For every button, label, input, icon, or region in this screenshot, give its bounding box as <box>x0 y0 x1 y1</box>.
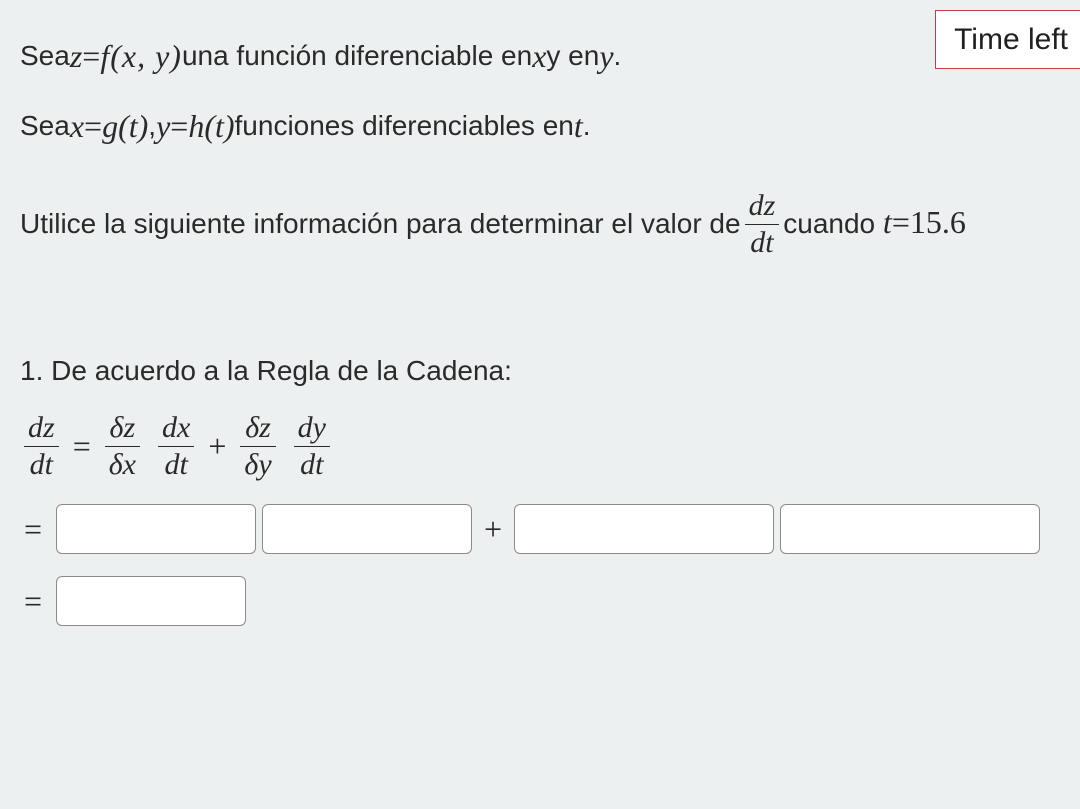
frac-num: dz <box>745 190 780 225</box>
math-y: y <box>599 32 613 80</box>
math-ht: h(t) <box>188 102 234 150</box>
fraction-lhs: dz dt <box>24 412 59 480</box>
math-t: t <box>574 102 583 150</box>
math-fxy: f(x, y) <box>100 32 182 80</box>
math-x: x <box>532 32 546 80</box>
answer-input-4[interactable] <box>780 504 1040 554</box>
text: Sea <box>20 35 70 77</box>
text: . <box>614 35 622 77</box>
fraction-dz-dx: δz δx <box>105 412 140 480</box>
text: funciones diferenciables en <box>235 105 574 147</box>
frac-den: dt <box>745 225 780 259</box>
math-eq: = <box>170 102 188 150</box>
text: Sea <box>20 105 70 147</box>
frac-den: dt <box>294 447 330 481</box>
intro-line-4: t = 15.6 <box>883 198 966 246</box>
answer-input-5[interactable] <box>56 576 246 626</box>
frac-den: δx <box>105 447 140 481</box>
fraction-dx-dt: dx dt <box>158 412 194 480</box>
frac-num: dz <box>24 412 59 447</box>
frac-den: dt <box>158 447 194 481</box>
eq-sign: = <box>24 505 42 553</box>
answer-row-1: = + <box>20 504 1060 554</box>
t-value: 15.6 <box>910 198 966 246</box>
frac-num: δz <box>240 412 275 447</box>
frac-den: dt <box>24 447 59 481</box>
text: una función diferenciable en <box>182 35 532 77</box>
math-plus: + <box>208 422 226 470</box>
eq-sign: = <box>24 577 42 625</box>
math-eq: = <box>73 422 91 470</box>
math-x: x <box>70 102 84 150</box>
answer-row-2: = <box>20 576 1060 626</box>
math-eq: = <box>892 198 910 246</box>
answer-input-3[interactable] <box>514 504 774 554</box>
math-eq: = <box>84 102 102 150</box>
frac-num: δz <box>105 412 140 447</box>
intro-line-2: Sea x = g(t) , y = h(t) funciones difere… <box>20 102 591 150</box>
text: Utilice la siguiente información para de… <box>20 203 741 245</box>
intro-line-3: Utilice la siguiente información para de… <box>20 190 875 258</box>
fraction-dz-dy: δz δy <box>240 412 275 480</box>
plus-sign: + <box>484 505 502 553</box>
text: , <box>148 105 156 147</box>
answer-input-1[interactable] <box>56 504 256 554</box>
fraction-dz-dt: dz dt <box>745 190 780 258</box>
text: cuando <box>783 203 875 245</box>
time-left-label: Time left <box>954 23 1068 56</box>
math-z: z <box>70 32 82 80</box>
question-content: Sea z = f(x, y) una función diferenciabl… <box>0 0 1080 626</box>
text: . <box>583 105 591 147</box>
text: y en <box>546 35 599 77</box>
math-eq: = <box>82 32 100 80</box>
math-y: y <box>156 102 170 150</box>
math-gt: g(t) <box>102 102 148 150</box>
time-left-box: Time left <box>935 10 1080 69</box>
answer-input-2[interactable] <box>262 504 472 554</box>
frac-den: δy <box>240 447 275 481</box>
frac-num: dy <box>294 412 330 447</box>
fraction-dy-dt: dy dt <box>294 412 330 480</box>
chain-rule-title: 1. De acuerdo a la Regla de la Cadena: <box>20 350 1060 392</box>
frac-num: dx <box>158 412 194 447</box>
intro-line-1: Sea z = f(x, y) una función diferenciabl… <box>20 32 621 80</box>
chain-rule-equation: dz dt = δz δx dx dt + δz δy dy dt <box>20 412 1060 480</box>
math-t: t <box>883 198 892 246</box>
spacer <box>20 280 1060 350</box>
